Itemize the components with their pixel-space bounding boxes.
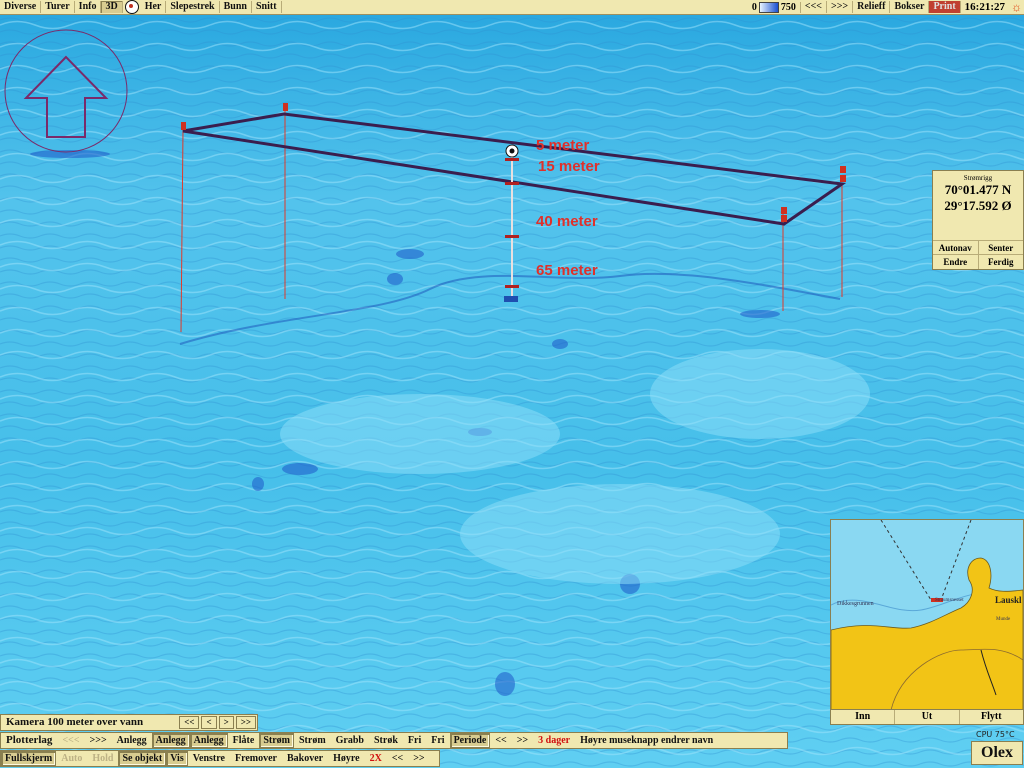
bunn-button[interactable]: Bunn <box>220 1 252 13</box>
mode-2x-button[interactable]: 2X <box>365 752 387 765</box>
minimap-place-mid: Straumsnesset <box>935 598 964 603</box>
plotter-nav-button[interactable]: >> <box>512 734 533 747</box>
plotter-nav-button: <<< <box>62 735 80 746</box>
object-title: Strømrigg <box>963 174 993 182</box>
minimap-chart[interactable] <box>831 520 1023 710</box>
cpu-temperature: CPU 75°C <box>976 730 1015 739</box>
depth-label-15m: 15 meter <box>538 158 600 175</box>
camera-bar: Kamera 100 meter over vann << < > >> <box>0 714 258 731</box>
camera-next-button[interactable]: > <box>218 716 234 729</box>
view-mode-bar: Fullskjerm Auto Hold Se objekt Vis Venstre Fre… <box>0 750 440 767</box>
autonav-button[interactable]: Autonav <box>933 240 978 255</box>
sun-icon[interactable]: ☼ <box>1009 0 1024 15</box>
zoom-in-button[interactable]: Inn <box>831 710 894 724</box>
relieff-button[interactable]: Relieff <box>853 1 891 13</box>
endre-button[interactable]: Endre <box>933 254 978 269</box>
plotter-periode-button[interactable]: Periode <box>449 733 491 748</box>
diverse-button[interactable]: Diverse <box>0 1 42 13</box>
mode-fremover-button[interactable]: Fremover <box>230 752 282 765</box>
scroll-right-button[interactable]: >>> <box>827 1 854 13</box>
mode-nav-button[interactable]: << <box>387 752 408 765</box>
mode-fullskjerm-button[interactable]: Fullskjerm <box>1 751 57 766</box>
move-button[interactable]: Flytt <box>958 710 1023 724</box>
clock: 16:21:27 <box>964 1 1005 13</box>
depth-label-40m: 40 meter <box>536 213 598 230</box>
depth-gradient <box>758 1 779 13</box>
depth-scale[interactable]: 0 750 <box>748 1 801 13</box>
camera-first-button[interactable]: << <box>179 716 200 729</box>
longitude: 29°17.592 Ø <box>944 198 1012 213</box>
camera-prev-button[interactable]: < <box>201 716 217 729</box>
plotter-nav-button[interactable]: >>> <box>85 734 112 747</box>
olex-logo: Olex <box>971 741 1023 765</box>
mode-se-objekt-button[interactable]: Se objekt <box>118 751 167 766</box>
snitt-button[interactable]: Snitt <box>252 1 282 13</box>
minimap-place-small: Munde <box>996 617 1011 622</box>
plotter-strøm-button[interactable]: Strøm <box>259 733 294 748</box>
plotter-3-dager-button[interactable]: 3 dager <box>533 734 575 747</box>
plotter-fri-button[interactable]: Fri <box>426 734 449 747</box>
minimap-place-left: Dikkesgrunnen <box>837 601 874 607</box>
ferdig-button[interactable]: Ferdig <box>977 254 1023 269</box>
plotter-strøk-button[interactable]: Strøk <box>369 734 403 747</box>
mode-auto-button: Auto <box>61 753 83 764</box>
camera-last-button[interactable]: >> <box>235 716 256 729</box>
slepestrek-button[interactable]: Slepestrek <box>166 1 220 13</box>
camera-label: Kamera 100 meter over vann <box>6 716 144 728</box>
plotter-flåte-button[interactable]: Flåte <box>228 734 260 747</box>
depth-label-5m: 5 meter <box>536 137 590 154</box>
overview-minimap[interactable]: Dikkesgrunnen Straumsnesset Lauskl Munde… <box>830 519 1024 725</box>
mode-høyre-button[interactable]: Høyre <box>328 752 364 765</box>
plotter-nav-button[interactable]: << <box>490 734 511 747</box>
plotter-label: Plotterlag <box>6 734 53 746</box>
senter-button[interactable]: Senter <box>977 240 1023 255</box>
depth-max: 750 <box>780 1 796 13</box>
scroll-left-button[interactable]: <<< <box>801 1 828 13</box>
mode-nav-button[interactable]: >> <box>408 752 429 765</box>
plotter-grabb-button[interactable]: Grabb <box>331 734 369 747</box>
mode-hold-button: Hold <box>92 753 114 764</box>
her-button[interactable]: Her <box>141 1 167 13</box>
plotter-anlegg-button[interactable]: Anlegg <box>151 733 190 748</box>
mode-bakover-button[interactable]: Bakover <box>282 752 328 765</box>
mode-venstre-button[interactable]: Venstre <box>188 752 230 765</box>
depth-min: 0 <box>751 1 757 13</box>
latitude: 70°01.477 N <box>944 182 1012 197</box>
target-icon[interactable] <box>124 0 139 14</box>
minimap-place-right: Lauskl <box>995 595 1022 605</box>
info-button[interactable]: Info <box>75 1 102 13</box>
plotter-anlegg-button[interactable]: Anlegg <box>189 733 228 748</box>
turer-button[interactable]: Turer <box>41 1 75 13</box>
plotter-layer-bar: Plotterlag <<< >>> Anlegg Anlegg Anlegg Flåte… <box>0 732 788 749</box>
plotter-høyre-museknapp-endrer-navn-button[interactable]: Høyre museknapp endrer navn <box>575 734 718 747</box>
depth-label-65m: 65 meter <box>536 262 598 279</box>
mode-vis-button[interactable]: Vis <box>166 751 188 766</box>
bokser-button[interactable]: Bokser <box>890 1 930 13</box>
zoom-out-button[interactable]: Ut <box>894 710 958 724</box>
top-toolbar: Diverse Turer Info 3D Her Slepestrek Bun… <box>0 0 1024 15</box>
plotter-fri-button[interactable]: Fri <box>403 734 426 747</box>
plotter-strøm-button[interactable]: Strøm <box>294 734 331 747</box>
print-button[interactable]: Print <box>929 1 961 13</box>
object-info-panel: Strømrigg 70°01.477 N 29°17.592 Ø Autona… <box>932 170 1024 270</box>
3d-button[interactable]: 3D <box>101 1 123 13</box>
plotter-anlegg-button[interactable]: Anlegg <box>112 734 152 747</box>
